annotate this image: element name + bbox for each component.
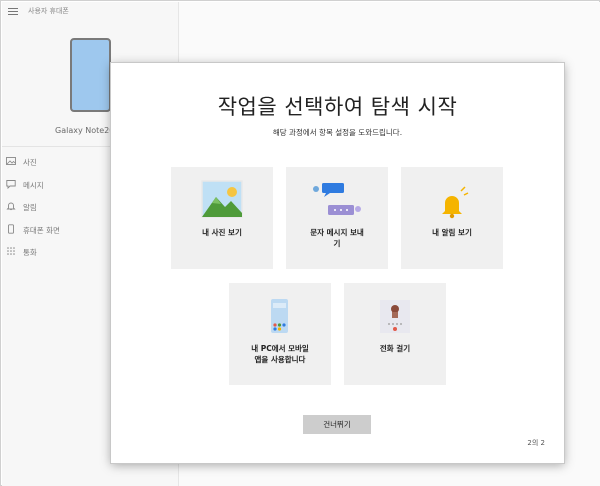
sidebar-header: 사용자 휴대폰 — [2, 2, 179, 24]
sidebar-item-label: 알림 — [23, 203, 37, 212]
onboarding-dialog: 작업을 선택하여 탐색 시작 해당 과정에서 항목 설정을 도와드립니다. 내 … — [111, 63, 564, 463]
notification-bell-illustration-icon — [442, 186, 469, 219]
skip-button[interactable]: 건너뛰기 — [303, 415, 371, 434]
calling-illustration-icon — [380, 300, 410, 333]
phone-screen-icon — [8, 223, 14, 234]
card-label-line: 문자 메시지 보내 — [310, 228, 364, 237]
card-label: 내 알림 보기 — [432, 228, 472, 237]
page-indicator: 2의 2 — [527, 439, 545, 447]
card-label-line: 내 PC에서 모바일 — [251, 344, 309, 353]
photo-icon — [6, 157, 16, 165]
sidebar-item-label: 휴대폰 화면 — [23, 225, 60, 235]
card-view-notifications[interactable]: 내 알림 보기 — [401, 167, 503, 269]
sidebar-title: 사용자 휴대폰 — [28, 7, 69, 15]
card-label-line: 기 — [333, 239, 341, 248]
sidebar-item-label: 사진 — [23, 158, 37, 167]
phone-apps-illustration-icon — [271, 299, 288, 333]
dialog-subtitle: 해당 과정에서 항목 설정을 도와드립니다. — [272, 128, 403, 137]
card-label: 문자 메시지 보내 기 — [292, 227, 382, 249]
photos-illustration-icon — [201, 180, 243, 218]
card-send-messages[interactable]: 문자 메시지 보내 기 — [286, 167, 388, 269]
card-label: 내 PC에서 모바일 앱을 사용합니다 — [235, 343, 325, 365]
card-make-call[interactable]: 전화 걸기 — [344, 283, 446, 385]
card-label: 내 사진 보기 — [202, 228, 242, 237]
message-icon — [6, 179, 16, 189]
card-label-line: 앱을 사용합니다 — [254, 355, 306, 364]
phone-image — [70, 38, 111, 112]
sidebar-item-label: 통화 — [23, 248, 37, 257]
card-label: 전화 걸기 — [379, 344, 411, 353]
card-view-photos[interactable]: 내 사진 보기 — [171, 167, 273, 269]
card-use-mobile-apps[interactable]: 내 PC에서 모바일 앱을 사용합니다 — [229, 283, 331, 385]
messages-illustration-icon — [313, 183, 361, 215]
bell-icon — [6, 202, 16, 211]
app-window: 사용자 휴대폰 Galaxy Note20 사진 메시지 알림 휴대폰 화면 통… — [0, 0, 600, 486]
dialog-title: 작업을 선택하여 탐색 시작 — [217, 95, 458, 119]
sidebar-item-label: 메시지 — [23, 180, 44, 190]
dialpad-icon — [7, 247, 15, 255]
hamburger-menu-icon[interactable] — [8, 8, 18, 16]
